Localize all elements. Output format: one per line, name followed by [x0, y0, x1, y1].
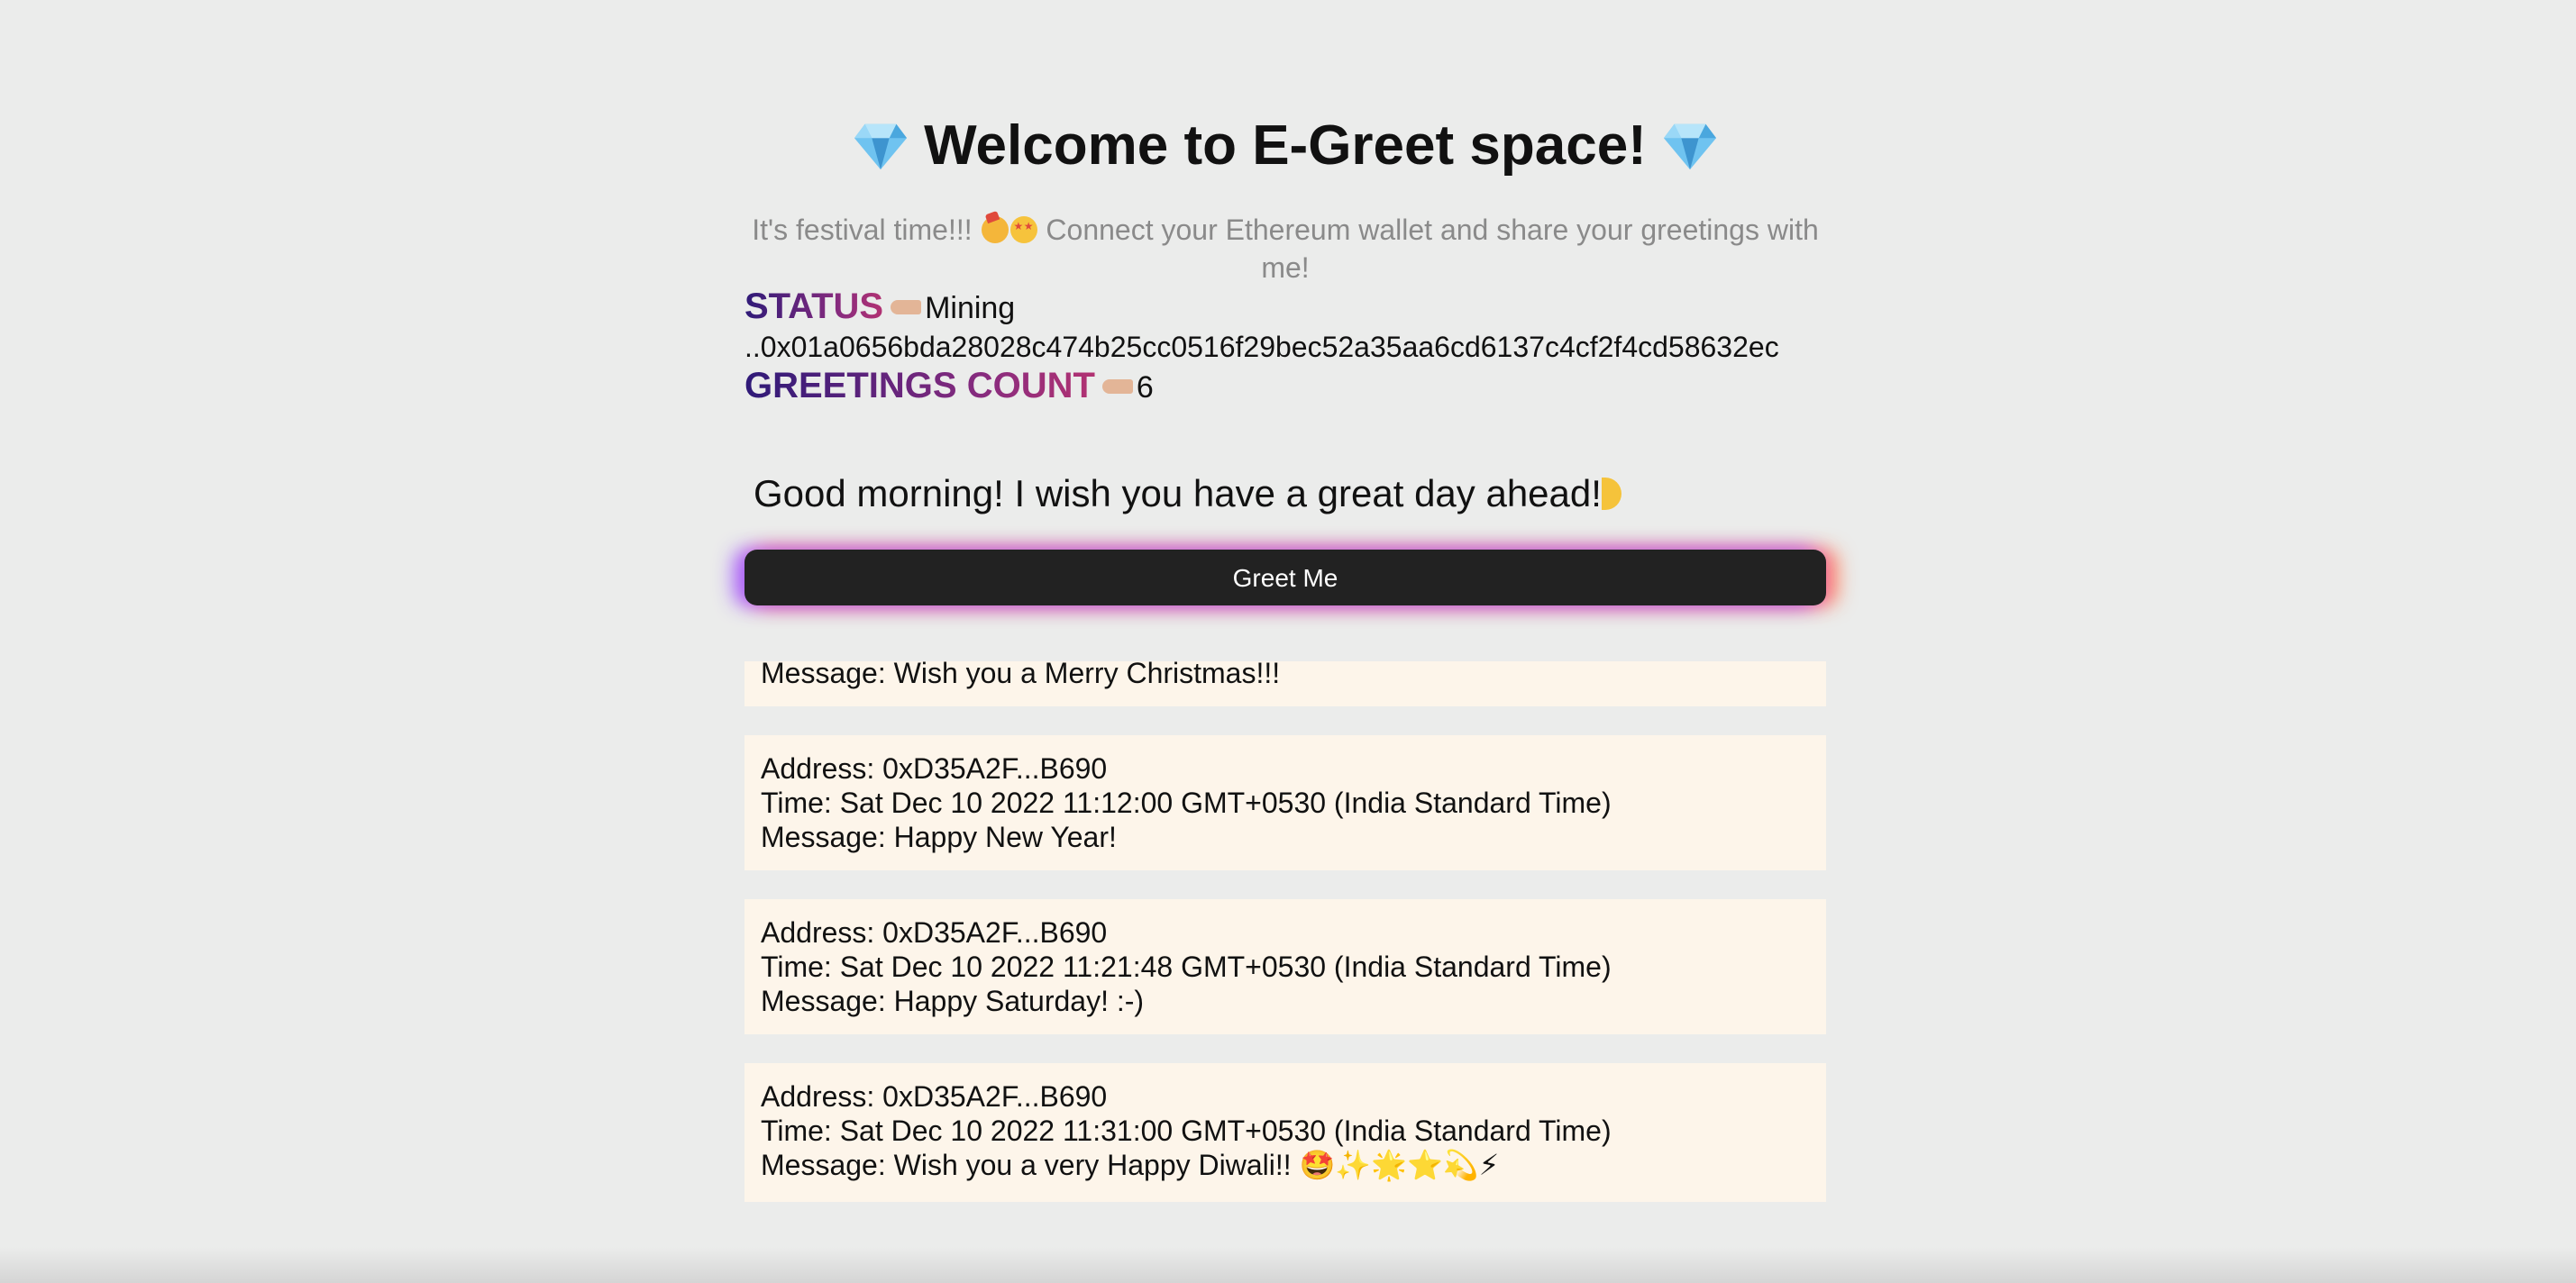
gem-icon [1664, 123, 1717, 169]
greeting-message: Message: Wish you a very Happy Diwali!! [761, 1149, 1292, 1181]
greetings-count-value: 6 [1136, 370, 1154, 405]
status-row: STATUS Mining [744, 287, 1826, 328]
greetings-count-label: GREETINGS COUNT [744, 366, 1095, 405]
page-subtitle: It's festival time!!! Connect your Ether… [744, 211, 1826, 287]
greeting-message-input[interactable]: Good morning! I wish you have a great da… [754, 469, 1621, 519]
greeting-card: Message: Wish you a Merry Christmas!!! [744, 657, 1826, 706]
greeting-message: Message: Happy Saturday! :-) [761, 985, 1145, 1017]
page-title: Welcome to E-Greet space! [744, 110, 1826, 182]
backhand-index-pointing-right-icon [1101, 379, 1133, 394]
star-struck-icon [1009, 216, 1037, 243]
greeting-address: Address: 0xD35A2F...B690 [761, 916, 1108, 949]
greeting-card: Address: 0xD35A2F...B690 Time: Sat Dec 1… [744, 899, 1826, 1034]
greeting-address: Address: 0xD35A2F...B690 [761, 1080, 1108, 1113]
greeting-message: Message: Wish you a Merry Christmas!!! [761, 657, 1281, 689]
status-label: STATUS [744, 287, 884, 326]
greetings-count-row: GREETINGS COUNT 6 [744, 366, 1826, 407]
status-value: Mining [925, 291, 1016, 325]
status-block: STATUS Mining ..0x01a0656bda28028c474b25c… [744, 287, 1826, 407]
greeting-time: Time: Sat Dec 10 2022 11:31:00 GMT+0530 … [761, 1115, 1612, 1147]
gem-icon [854, 123, 907, 169]
subtitle-part-2: Connect your Ethereum wallet and share y… [1046, 214, 1819, 284]
greet-me-button[interactable]: Greet Me [744, 550, 1826, 605]
greeting-message-row: Message: Wish you a very Happy Diwali!! … [761, 1148, 1810, 1182]
greeting-emojis: 🤩✨🌟⭐💫⚡ [1299, 1149, 1500, 1181]
greeting-message: Message: Happy New Year! [761, 821, 1117, 853]
page-title-text: Welcome to E-Greet space! [924, 114, 1647, 177]
sun-icon [1601, 478, 1621, 510]
greeting-message-text: Good morning! I wish you have a great da… [754, 472, 1602, 514]
subtitle-part-1: It's festival time!!! [752, 214, 973, 246]
greeting-card: Address: 0xD35A2F...B690 Time: Sat Dec 1… [744, 735, 1826, 870]
greeting-time: Time: Sat Dec 10 2022 11:21:48 GMT+0530 … [761, 951, 1612, 983]
greeting-card: Address: 0xD35A2F...B690 Time: Sat Dec 1… [744, 1063, 1826, 1202]
transaction-hash: ..0x01a0656bda28028c474b25cc0516f29bec52… [744, 331, 1779, 363]
backhand-index-pointing-right-icon [891, 300, 922, 314]
greeting-address: Address: 0xD35A2F...B690 [761, 752, 1108, 785]
partying-face-icon [981, 216, 1009, 243]
bottom-shadow [0, 1247, 2576, 1283]
greeting-time: Time: Sat Dec 10 2022 11:12:00 GMT+0530 … [761, 787, 1612, 819]
